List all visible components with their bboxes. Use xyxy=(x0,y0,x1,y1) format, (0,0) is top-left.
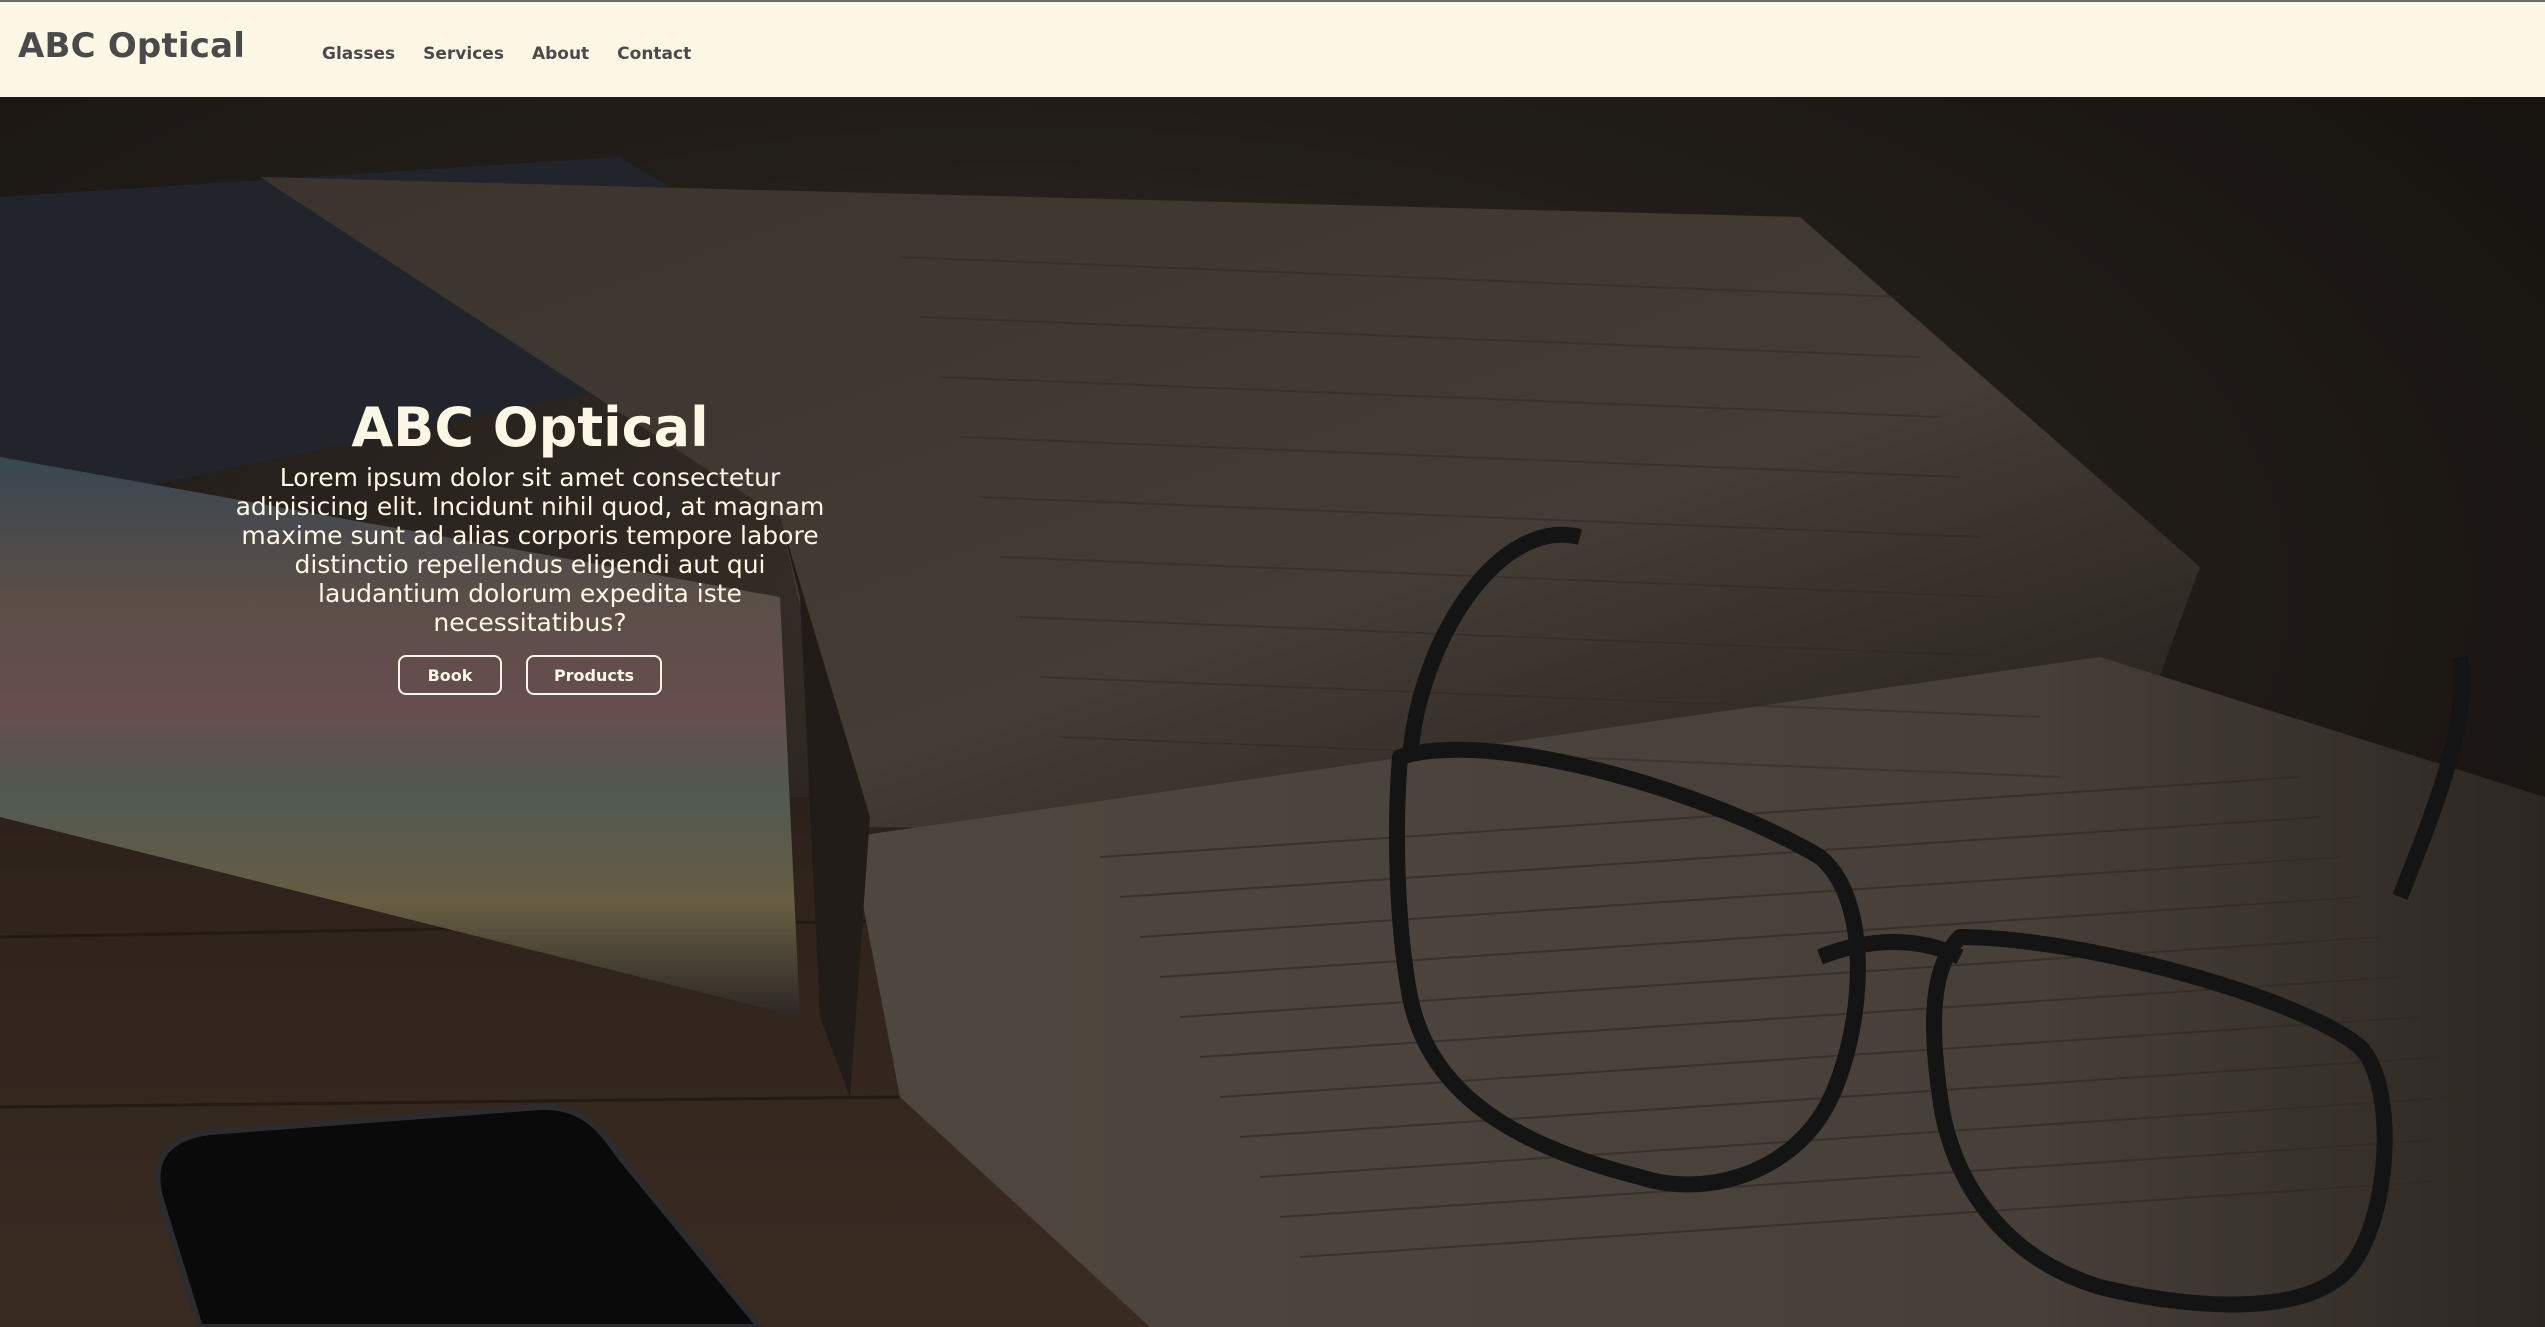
nav-link-about[interactable]: About xyxy=(532,44,589,64)
hero-content: ABC Optical Lorem ipsum dolor sit amet c… xyxy=(230,396,830,696)
brand-logo[interactable]: ABC Optical xyxy=(18,26,245,66)
nav-link-contact[interactable]: Contact xyxy=(617,44,691,64)
products-button[interactable]: Products xyxy=(526,655,662,696)
nav-link-services[interactable]: Services xyxy=(423,44,504,64)
book-button[interactable]: Book xyxy=(398,655,502,696)
hero-dark-overlay xyxy=(0,97,2545,1327)
hero-description: Lorem ipsum dolor sit amet consectetur a… xyxy=(235,463,825,638)
hero-title: ABC Optical xyxy=(351,396,709,459)
nav-link-glasses[interactable]: Glasses xyxy=(322,44,395,64)
hero-section: ABC Optical Lorem ipsum dolor sit amet c… xyxy=(0,97,2545,1327)
hero-button-row: Book Products xyxy=(230,655,830,696)
nav-links: Glasses Services About Contact xyxy=(322,44,691,64)
top-navbar: ABC Optical Glasses Services About Conta… xyxy=(0,0,2545,97)
